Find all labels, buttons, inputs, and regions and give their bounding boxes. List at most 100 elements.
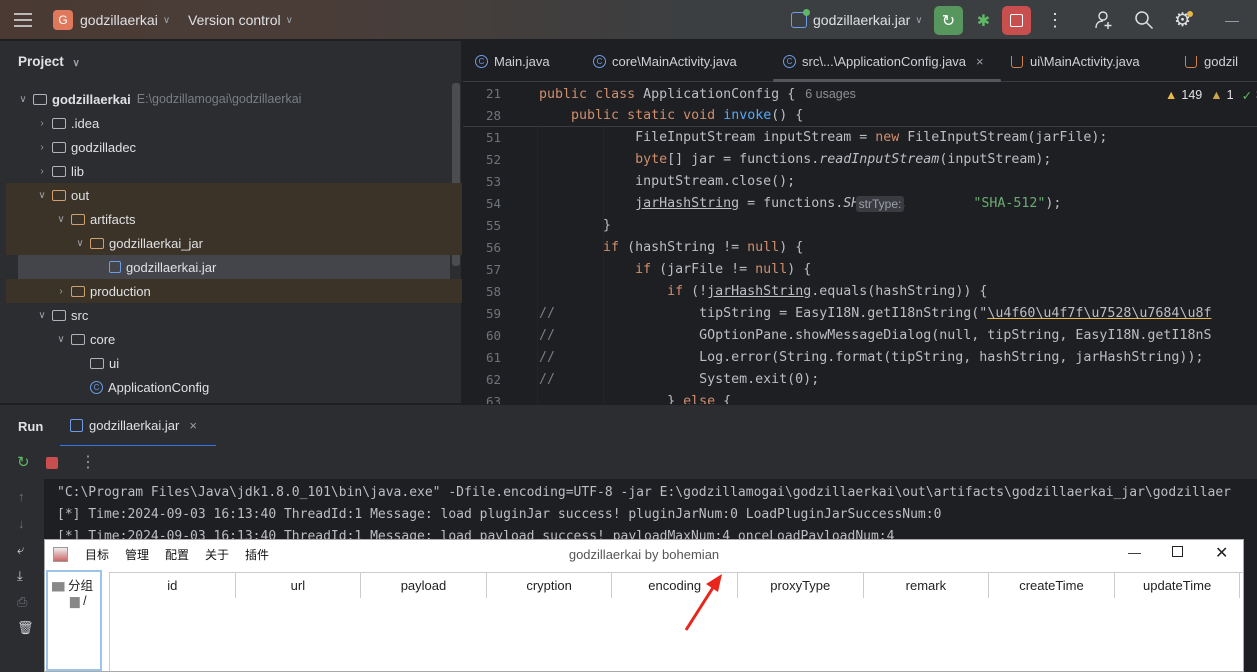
close-button[interactable]: ✕ (1215, 543, 1228, 563)
folder-icon (52, 309, 66, 321)
bug-icon: ✱ (976, 12, 991, 30)
chevron-down-icon[interactable]: ∨ (73, 238, 87, 249)
rerun-icon[interactable]: ↻ (17, 453, 30, 471)
line-number: 54 (485, 196, 501, 211)
column-header-proxyType[interactable]: proxyType (738, 573, 864, 598)
package-icon (71, 333, 85, 345)
project-panel-header[interactable]: Project ∨ (18, 54, 80, 69)
chevron-down-icon[interactable]: ∨ (54, 214, 68, 225)
tree-root[interactable]: ▆ 分组 (52, 575, 93, 594)
add-user-button[interactable] (1094, 0, 1114, 40)
column-header-cryption[interactable]: cryption (486, 573, 613, 598)
code-line[interactable]: 52 byte[] jar = functions.readInputStrea… (463, 149, 1257, 171)
run-tab[interactable]: godzillaerkai.jar × (60, 405, 216, 447)
tree-child[interactable]: ▆ / (70, 593, 87, 608)
chevron-down-icon[interactable]: ∨ (16, 94, 30, 105)
chevron-right-icon[interactable]: › (35, 118, 49, 129)
search-button[interactable] (1134, 0, 1154, 40)
tree-item[interactable]: godzillaerkai.jar (18, 255, 450, 279)
editor-tab[interactable]: Ccore\MainActivity.java (593, 41, 737, 82)
code-line[interactable]: 55 } (463, 215, 1257, 237)
usages-hint[interactable]: 6 usages (805, 87, 856, 101)
debug-button[interactable]: ✱ (969, 6, 998, 35)
column-header-updateTime[interactable]: updateTime (1114, 573, 1241, 598)
more-actions-button[interactable]: ⋮ (1046, 0, 1064, 40)
vcs-menu[interactable]: Version control ∨ (188, 0, 293, 40)
editor-tab[interactable]: ui\MainActivity.java (1011, 41, 1140, 82)
gear-icon: ⚙ (1174, 9, 1194, 31)
print-icon[interactable]: ⎙ (17, 594, 27, 610)
tree-item[interactable]: › lib (6, 159, 462, 183)
trash-icon[interactable]: 🗑 (17, 620, 34, 636)
tree-item[interactable]: ∨ out (6, 183, 462, 207)
tree-item[interactable]: C ApplicationConfig (6, 375, 462, 399)
tree-item[interactable]: ∨ godzillaerkai_jar (6, 231, 462, 255)
tree-item[interactable]: › .idea (6, 111, 462, 135)
chevron-down-icon[interactable]: ∨ (35, 310, 49, 321)
folder-icon (33, 93, 47, 105)
chevron-right-icon[interactable]: › (35, 166, 49, 177)
stop-button[interactable] (1002, 6, 1031, 35)
run-panel-header: Run godzillaerkai.jar × (0, 404, 1257, 447)
main-menu-button[interactable] (14, 0, 32, 40)
line-number: 53 (485, 174, 501, 189)
rerun-button[interactable]: ↻ (934, 6, 963, 35)
editor-tab[interactable]: godzil (1185, 41, 1238, 82)
chevron-right-icon[interactable]: › (35, 142, 49, 153)
tree-item[interactable]: ∨ artifacts (6, 207, 462, 231)
more-vertical-icon: ⋮ (1046, 9, 1064, 30)
code-line[interactable]: 28 public static void invoke() { (463, 105, 1257, 127)
column-header-id[interactable]: id (110, 573, 236, 598)
tree-item-label: godzillaerkai_jar (109, 235, 203, 251)
code-line[interactable]: 60 // GOptionPane.showMessageDialog(null,… (463, 325, 1257, 347)
arrow-up-icon[interactable]: ↑ (18, 489, 25, 504)
group-tree[interactable]: ▆ 分组 ▆ / (46, 570, 102, 671)
tree-item[interactable]: › production (6, 279, 462, 303)
editor-tab[interactable]: Csrc\...\ApplicationConfig.java × (773, 41, 1001, 82)
settings-button[interactable]: ⚙ (1174, 0, 1194, 40)
project-switcher[interactable]: G godzillaerkai ∨ (53, 0, 170, 40)
line-number: 57 (485, 262, 501, 277)
folder-icon: ▆ (52, 579, 65, 593)
folder-icon (52, 117, 66, 129)
code-line[interactable]: 57 if (jarFile != null) { (463, 259, 1257, 281)
chevron-down-icon[interactable]: ∨ (54, 334, 68, 345)
more-vertical-icon[interactable]: ⋮ (80, 452, 96, 472)
code-line[interactable]: 59 // tipString = EasyI18N.getI18nString(… (463, 303, 1257, 325)
chevron-right-icon[interactable]: › (54, 286, 68, 297)
stop-icon[interactable] (46, 457, 58, 469)
class-icon: C (593, 55, 606, 68)
scroll-to-end-icon[interactable]: ⤓ (17, 568, 23, 584)
arrow-down-icon[interactable]: ↓ (18, 516, 25, 531)
code-line[interactable]: 58 if (!jarHashString.equals(hashString)… (463, 281, 1257, 303)
code-line[interactable]: 56 if (hashString != null) { (463, 237, 1257, 259)
annotation-arrow (684, 574, 722, 631)
tree-item[interactable]: ∨ godzillaerkai E:\godzillamogai\godzillae… (6, 87, 462, 111)
code-line[interactable]: 62 // System.exit(0); (463, 369, 1257, 391)
tree-item[interactable]: ∨ core (6, 327, 462, 351)
close-icon[interactable]: × (189, 418, 197, 433)
maximize-button[interactable] (1172, 546, 1183, 557)
tree-item-label: ApplicationConfig (108, 379, 210, 395)
class-icon: C (90, 380, 103, 394)
minimize-button[interactable]: — (1225, 0, 1239, 40)
column-header-url[interactable]: url (235, 573, 362, 598)
code-line[interactable]: 21 public class ApplicationConfig {6 usag… (463, 83, 1257, 105)
code-line[interactable]: 54 jarHashString = functions.SHA(jar, "S… (463, 193, 1257, 215)
search-icon (1135, 11, 1154, 30)
column-header-createTime[interactable]: createTime (989, 573, 1115, 598)
tree-item[interactable]: ∨ src (6, 303, 462, 327)
chevron-down-icon[interactable]: ∨ (35, 190, 49, 201)
minimize-button[interactable]: — (1128, 545, 1141, 560)
column-header-remark[interactable]: remark (863, 573, 990, 598)
editor-tab[interactable]: C Main.java (475, 41, 550, 82)
code-line[interactable]: 61 // Log.error(String.format(tipString, … (463, 347, 1257, 369)
code-line[interactable]: 53 inputStream.close(); (463, 171, 1257, 193)
tree-item[interactable]: › godzilladec (6, 135, 462, 159)
soft-wrap-icon[interactable]: ⤶ (17, 542, 24, 558)
close-icon[interactable]: × (976, 54, 984, 69)
code-line[interactable]: 51 FileInputStream inputStream = new Fil… (463, 127, 1257, 149)
column-header-payload[interactable]: payload (361, 573, 487, 598)
tree-item[interactable]: ui (6, 351, 462, 375)
run-config-selector[interactable]: godzillaerkai.jar ∨ (791, 0, 923, 40)
